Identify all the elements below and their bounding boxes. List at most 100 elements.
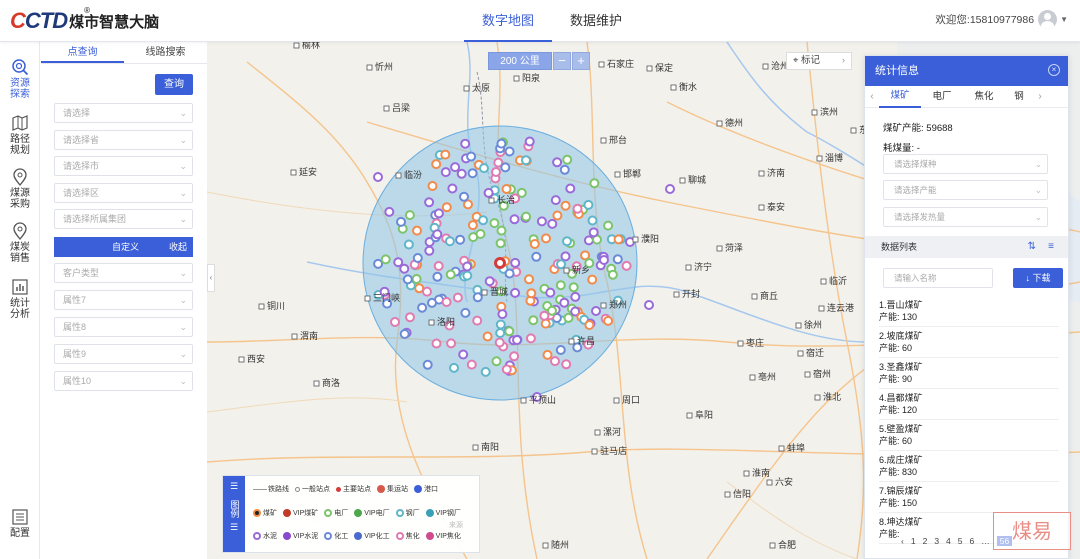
facility-marker[interactable]: [587, 215, 598, 226]
facility-marker[interactable]: [440, 167, 451, 178]
facility-marker[interactable]: [414, 283, 425, 294]
nav-coal-purchase[interactable]: 煤源 采购: [0, 168, 40, 210]
page-button[interactable]: 5: [958, 536, 963, 546]
facility-marker[interactable]: [501, 184, 512, 194]
facility-marker[interactable]: [612, 254, 623, 265]
select-city[interactable]: 请选择市 ⌄: [54, 156, 193, 176]
mark-control[interactable]: ⌖ 标记 ›: [786, 52, 852, 70]
select-attr8[interactable]: 属性8 ⌄: [54, 317, 193, 337]
nav-coal-sales[interactable]: 煤炭 销售: [0, 222, 40, 264]
facility-marker[interactable]: [550, 356, 560, 367]
facility-marker[interactable]: [495, 328, 506, 338]
panel-collapse-handle[interactable]: ‹: [207, 264, 215, 292]
facility-marker[interactable]: [452, 292, 463, 303]
facility-marker[interactable]: [484, 276, 495, 287]
facility-marker[interactable]: [555, 280, 566, 291]
facility-marker[interactable]: [396, 216, 406, 227]
list-item[interactable]: 1.晋山煤矿 产能: 130: [879, 296, 1059, 327]
facility-marker[interactable]: [495, 319, 506, 330]
facility-marker[interactable]: [560, 251, 571, 262]
sort-asc-icon[interactable]: ⇅: [1028, 236, 1036, 258]
facility-marker[interactable]: [449, 362, 459, 373]
facility-marker[interactable]: [399, 329, 410, 339]
facility-marker[interactable]: [450, 162, 461, 173]
facility-marker[interactable]: [458, 349, 469, 360]
facility-marker[interactable]: [583, 235, 594, 246]
facility-marker[interactable]: [529, 239, 540, 249]
tab-digital-map[interactable]: 数字地图: [464, 0, 553, 42]
facility-marker[interactable]: [427, 181, 438, 191]
facility-marker[interactable]: [565, 183, 576, 194]
facility-marker[interactable]: [559, 164, 570, 175]
facility-marker[interactable]: [459, 191, 469, 202]
tab-route-search[interactable]: 线路搜索: [124, 42, 207, 63]
facility-marker[interactable]: [460, 307, 471, 318]
select-heat-value[interactable]: 请选择发热量 ⌄: [883, 207, 1048, 227]
facility-marker[interactable]: [424, 197, 435, 208]
facility-marker[interactable]: [607, 269, 618, 280]
facility-marker[interactable]: [531, 251, 542, 262]
facility-marker[interactable]: [496, 225, 507, 236]
facility-marker[interactable]: [512, 335, 522, 345]
facility-marker[interactable]: [555, 345, 566, 355]
facility-marker[interactable]: [431, 338, 442, 349]
facility-marker[interactable]: [580, 250, 591, 261]
facility-marker[interactable]: [528, 315, 539, 326]
facility-marker[interactable]: [568, 282, 579, 293]
facility-marker[interactable]: [603, 315, 614, 326]
facility-marker[interactable]: [433, 208, 444, 219]
select-attr10[interactable]: 属性10 ⌄: [54, 371, 193, 391]
facility-marker[interactable]: [431, 159, 442, 170]
facility-marker[interactable]: [541, 233, 551, 244]
page-button[interactable]: 2: [923, 536, 928, 546]
select-customer-type[interactable]: 客户类型 ⌄: [54, 263, 193, 283]
tab-point-query[interactable]: 点查询: [41, 42, 124, 63]
facility-marker[interactable]: [559, 297, 570, 308]
facility-marker[interactable]: [472, 292, 483, 303]
facility-marker[interactable]: [427, 297, 437, 308]
select-capacity[interactable]: 请选择产能 ⌄: [883, 180, 1048, 200]
facility-marker[interactable]: [510, 257, 521, 268]
facility-marker[interactable]: [373, 258, 384, 269]
facility-marker[interactable]: [460, 138, 471, 149]
facility-marker[interactable]: [478, 215, 489, 226]
facility-marker[interactable]: [402, 274, 413, 285]
facility-marker[interactable]: [504, 268, 515, 279]
facility-marker[interactable]: [552, 210, 563, 221]
facility-marker[interactable]: [589, 178, 600, 189]
facility-marker[interactable]: [384, 206, 395, 217]
facility-marker[interactable]: [603, 220, 614, 231]
chevron-right-icon[interactable]: ›: [1033, 91, 1047, 102]
chevron-left-icon[interactable]: ‹: [865, 91, 879, 102]
list-item[interactable]: 3.圣鑫煤矿 产能: 90: [879, 358, 1059, 389]
facility-marker[interactable]: [480, 366, 491, 377]
facility-marker[interactable]: [441, 202, 452, 213]
page-button[interactable]: 1: [911, 536, 916, 546]
facility-marker[interactable]: [390, 317, 400, 327]
facility-marker[interactable]: [587, 274, 598, 285]
chevron-down-icon[interactable]: ▼: [1060, 15, 1068, 24]
facility-marker[interactable]: [524, 136, 535, 147]
facility-marker[interactable]: [550, 195, 561, 206]
facility-marker[interactable]: [445, 269, 456, 280]
facility-marker[interactable]: [447, 183, 458, 194]
facility-marker[interactable]: [446, 338, 457, 349]
facility-marker[interactable]: [412, 225, 422, 236]
chevron-left-icon[interactable]: ‹: [901, 536, 904, 546]
facility-marker[interactable]: [491, 356, 502, 367]
facility-marker[interactable]: [540, 318, 551, 329]
nav-resource-explore[interactable]: 资源 探索: [0, 58, 40, 100]
facility-marker[interactable]: [542, 349, 553, 360]
facility-marker[interactable]: [521, 211, 532, 222]
select-type[interactable]: 请选择 ⌄: [54, 103, 193, 123]
facility-marker[interactable]: [521, 155, 531, 166]
page-button[interactable]: 3: [934, 536, 939, 546]
nav-config[interactable]: 配置: [0, 508, 40, 539]
select-group[interactable]: 请选择所属集团 ⌄: [54, 209, 193, 229]
close-icon[interactable]: ×: [1048, 64, 1060, 76]
query-button[interactable]: 查询: [155, 74, 193, 95]
sort-desc-icon[interactable]: ≡: [1048, 236, 1054, 258]
facility-marker[interactable]: [547, 305, 557, 316]
facility-marker[interactable]: [556, 259, 566, 270]
nav-route-planning[interactable]: 路径 规划: [0, 114, 40, 156]
